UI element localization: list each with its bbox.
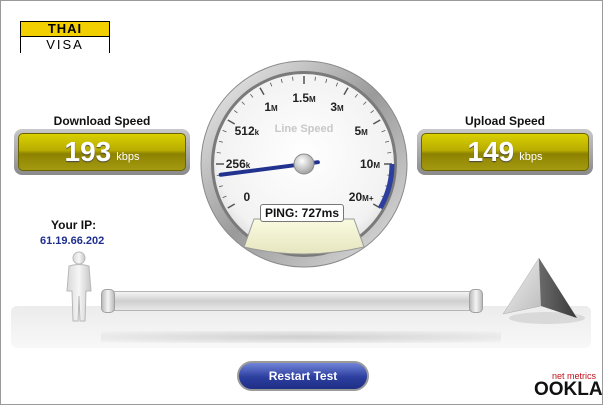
upload-value: 149: [467, 136, 515, 167]
thaivisa-logo: THAI VISA: [20, 21, 110, 53]
pipe-cap-right: [469, 289, 483, 313]
person-silhouette-icon: [66, 251, 92, 322]
logo-top-text: THAI: [21, 22, 109, 37]
gauge-tick: [292, 76, 294, 81]
download-speed-display: 193 kbps: [18, 133, 186, 171]
ping-label: PING:: [264, 206, 299, 220]
upload-unit: kbps: [519, 151, 543, 163]
gauge-tray: [243, 218, 365, 255]
upload-title: Upload Speed: [464, 114, 545, 128]
floor-shadow: [101, 331, 501, 343]
ping-value: 727ms: [301, 206, 340, 220]
pipe-cap-left: [101, 289, 115, 313]
speedtest-app: THAI VISA Download Speed 193 kbps Upload…: [0, 0, 603, 405]
download-value: 193: [64, 136, 112, 167]
ookla-name: OOKLA: [534, 379, 603, 400]
download-unit: kbps: [116, 151, 140, 163]
logo-bottom-text: VISA: [21, 37, 109, 53]
upload-speed-box: 149 kbps: [417, 129, 593, 175]
restart-test-button[interactable]: Restart Test: [237, 361, 369, 391]
connection-pipe: [103, 291, 481, 311]
download-speed-box: 193 kbps: [14, 129, 190, 175]
gauge-tick-label: 0: [243, 190, 250, 204]
ping-display: PING: 727ms: [260, 204, 344, 222]
gauge-title: Line Speed: [275, 123, 334, 135]
ip-value: 61.19.66.202: [40, 235, 105, 247]
speedometer-icon: Line Speed 0256k512k1M1.5M3M5M10M20M+: [200, 60, 408, 268]
gauge-tick: [216, 152, 221, 154]
gauge-tick: [387, 152, 392, 154]
ip-label: Your IP:: [51, 218, 97, 232]
pyramid-server-icon: [502, 257, 585, 324]
gauge-tick: [314, 76, 316, 81]
gauge-hub: [293, 153, 315, 175]
download-title: Download Speed: [53, 114, 151, 128]
upload-speed-display: 149 kbps: [421, 133, 589, 171]
